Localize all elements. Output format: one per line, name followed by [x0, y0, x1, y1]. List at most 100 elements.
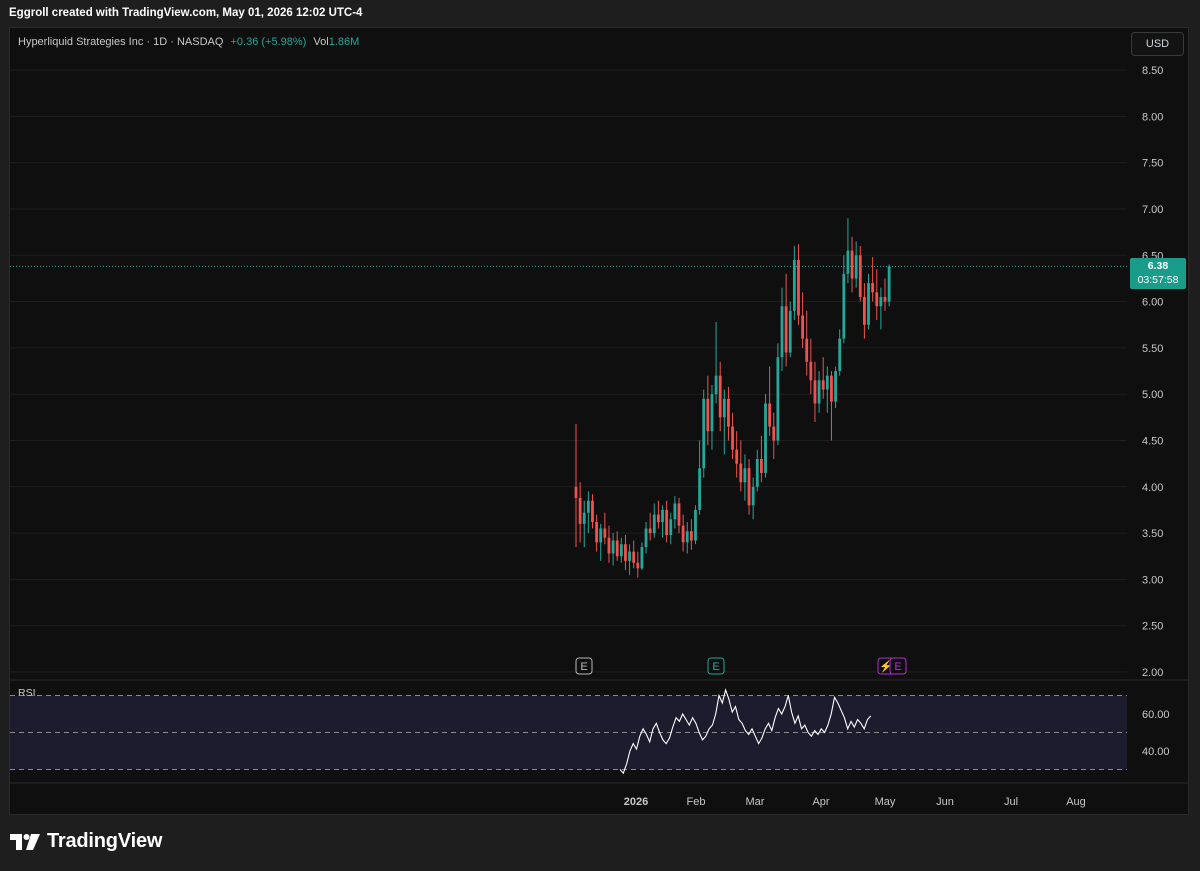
- candle-body: [760, 459, 763, 473]
- candle-body: [883, 296, 887, 302]
- candle-body: [636, 562, 640, 569]
- candle-body: [784, 306, 788, 353]
- symbol-title[interactable]: Hyperliquid Strategies Inc · 1D · NASDAQ: [18, 36, 223, 48]
- bar-countdown: 03:57:58: [1137, 274, 1179, 286]
- candle-body: [858, 255, 862, 297]
- y-tick-label: 8.50: [1142, 65, 1163, 77]
- candle-body: [673, 503, 677, 520]
- candle-body: [830, 375, 833, 402]
- candle-body: [755, 459, 759, 487]
- candle-body: [825, 375, 829, 390]
- y-tick-label: 6.00: [1142, 297, 1163, 309]
- chart-canvas[interactable]: 2.002.503.003.504.004.505.005.506.006.50…: [10, 28, 1188, 814]
- candle-body: [611, 540, 615, 554]
- brand-name: TradingView: [47, 830, 163, 852]
- candle-body: [718, 375, 722, 418]
- candle-body: [648, 528, 652, 534]
- candle-body: [863, 296, 866, 325]
- candle-body: [817, 380, 821, 404]
- candle-body: [801, 315, 804, 339]
- candle-body: [652, 514, 656, 534]
- event-marker-label: E: [712, 661, 719, 673]
- candle-body: [792, 259, 796, 311]
- candle-body: [640, 546, 644, 569]
- candle-body: [764, 403, 767, 473]
- candle-body: [751, 486, 755, 506]
- candle-body: [821, 380, 825, 390]
- candle-body: [578, 497, 582, 524]
- tradingview-logo-icon: [10, 833, 40, 850]
- candle-body: [685, 531, 689, 543]
- candle-body: [595, 521, 598, 543]
- candle-body: [714, 375, 718, 395]
- candle-body: [813, 380, 817, 404]
- price-change: +0.36 (+5.98%): [230, 36, 307, 48]
- candle-body: [768, 403, 772, 427]
- last-price-tag: 6.38 03:57:58: [1130, 258, 1186, 289]
- candle-body: [702, 398, 706, 469]
- event-marker-label: E: [580, 661, 587, 673]
- candle-body: [694, 509, 697, 541]
- candle-body: [710, 394, 714, 432]
- candle-body: [875, 292, 879, 307]
- candle-body: [739, 463, 743, 483]
- rsi-tick-label: 60.00: [1142, 709, 1170, 721]
- candle-body: [809, 361, 813, 381]
- candle-body: [850, 250, 854, 279]
- candle-body: [722, 398, 726, 418]
- candle-body: [591, 500, 594, 522]
- candle-body: [743, 468, 747, 483]
- y-tick-label: 7.00: [1142, 204, 1163, 216]
- x-tick-label: Aug: [1066, 796, 1086, 808]
- candle-body: [706, 398, 710, 432]
- candle-body: [644, 528, 648, 547]
- y-tick-label: 4.50: [1142, 436, 1163, 448]
- candle-body: [846, 250, 850, 274]
- candle-body: [586, 500, 590, 513]
- candle-body: [665, 509, 669, 535]
- candle-body: [735, 449, 739, 464]
- y-tick-label: 2.00: [1142, 667, 1163, 679]
- last-price: 6.38: [1147, 260, 1169, 272]
- chart-caption: Eggroll created with TradingView.com, Ma…: [9, 7, 363, 19]
- candle-body: [619, 544, 623, 557]
- candle-body: [842, 273, 846, 339]
- candle-body: [887, 266, 891, 302]
- candle-body: [780, 306, 784, 358]
- chart-panel[interactable]: 2.00 2.50 3.00 3.50 4.00 4.50 5.00 5.50 6.00 6.50…: [9, 27, 1189, 815]
- x-tick-label: Apr: [812, 796, 829, 808]
- symbol-legend: Hyperliquid Strategies Inc · 1D · NASDAQ…: [18, 36, 359, 48]
- volume-label: Vol: [313, 36, 329, 48]
- candle-body: [615, 540, 619, 557]
- candle-body: [772, 426, 776, 441]
- rsi-indicator-label[interactable]: RSI: [18, 687, 36, 699]
- candle-body: [805, 338, 809, 362]
- candle-body: [871, 283, 875, 293]
- tradingview-logo[interactable]: TradingView: [10, 830, 162, 853]
- y-tick-label: 3.00: [1142, 574, 1163, 586]
- candle-body: [681, 525, 685, 543]
- event-marker-label: E: [894, 661, 901, 673]
- candle-body: [657, 514, 660, 522]
- candle-body: [661, 509, 664, 522]
- y-tick-label: 5.50: [1142, 343, 1163, 355]
- candle-body: [628, 551, 631, 561]
- candle-body: [731, 426, 734, 450]
- candle-body: [677, 503, 681, 526]
- candle-body: [879, 296, 883, 307]
- candle-body: [727, 398, 730, 427]
- candle-body: [669, 519, 673, 535]
- y-tick-label: 7.50: [1142, 158, 1163, 170]
- candle-body: [797, 259, 800, 316]
- candle-body: [834, 371, 837, 402]
- candle-body: [574, 486, 578, 498]
- y-tick-label: 3.50: [1142, 528, 1163, 540]
- candle-body: [854, 255, 858, 279]
- volume-value: 1.86M: [328, 36, 360, 48]
- y-tick-label: 5.00: [1142, 389, 1163, 401]
- candle-body: [698, 468, 701, 510]
- candle-body: [689, 531, 693, 541]
- y-tick-label: 8.00: [1142, 111, 1163, 123]
- x-tick-label: Feb: [687, 796, 706, 808]
- currency-button[interactable]: USD: [1131, 32, 1184, 56]
